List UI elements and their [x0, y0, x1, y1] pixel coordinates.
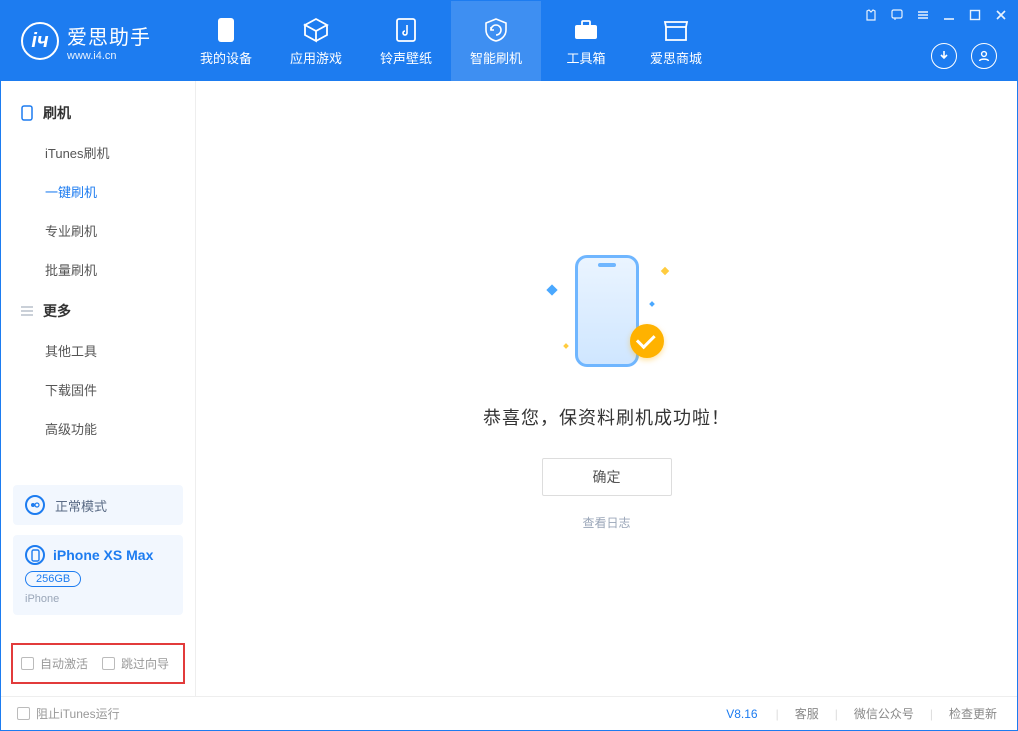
checkbox-auto-activate[interactable]: 自动激活: [21, 655, 88, 672]
nav-my-device[interactable]: 我的设备: [181, 1, 271, 81]
feedback-icon[interactable]: [889, 7, 905, 23]
nav-toolbox[interactable]: 工具箱: [541, 1, 631, 81]
checkbox-block-itunes[interactable]: 阻止iTunes运行: [17, 705, 120, 722]
sidebar-item-batch-flash[interactable]: 批量刷机: [1, 250, 195, 289]
check-badge-icon: [630, 324, 664, 358]
checkbox-label: 阻止iTunes运行: [36, 705, 120, 722]
nav-label: 爱思商城: [650, 48, 702, 67]
nav-label: 智能刷机: [470, 48, 522, 67]
minimize-icon[interactable]: [941, 7, 957, 23]
device-name: iPhone XS Max: [53, 547, 153, 563]
phone-illustration-icon: [575, 255, 639, 367]
success-illustration: [542, 246, 672, 376]
mode-label: 正常模式: [55, 496, 107, 515]
success-message: 恭喜您，保资料刷机成功啦！: [483, 404, 730, 430]
nav-smart-flash[interactable]: 智能刷机: [451, 1, 541, 81]
device-type: iPhone: [25, 593, 59, 605]
nav-label: 工具箱: [566, 48, 605, 67]
logo-icon: iч: [21, 22, 59, 60]
nav-label: 我的设备: [200, 48, 252, 67]
phone-icon: [212, 16, 240, 44]
checkbox-label: 自动激活: [40, 655, 88, 672]
maximize-icon[interactable]: [967, 7, 983, 23]
statusbar-link-support[interactable]: 客服: [791, 705, 823, 722]
nav-store[interactable]: 爱思商城: [631, 1, 721, 81]
sidebar-item-itunes-flash[interactable]: iTunes刷机: [1, 133, 195, 172]
nav-apps-games[interactable]: 应用游戏: [271, 1, 361, 81]
statusbar-link-update[interactable]: 检查更新: [945, 705, 1001, 722]
app-name: 爱思助手: [67, 21, 151, 50]
checkbox-icon: [17, 707, 30, 720]
nav-label: 应用游戏: [290, 48, 342, 67]
sidebar-group-title: 更多: [43, 301, 71, 321]
store-icon: [662, 16, 690, 44]
mode-card[interactable]: 正常模式: [13, 485, 183, 525]
device-capacity: 256GB: [25, 571, 81, 587]
sidebar-item-pro-flash[interactable]: 专业刷机: [1, 211, 195, 250]
checkbox-icon: [102, 657, 115, 670]
sidebar-group-title: 刷机: [43, 103, 71, 123]
list-icon: [19, 303, 35, 319]
window-controls: [863, 7, 1009, 23]
sparkle-icon: [660, 267, 668, 275]
mode-icon: [25, 495, 45, 515]
device-card[interactable]: iPhone XS Max 256GB iPhone: [13, 535, 183, 615]
cube-icon: [302, 16, 330, 44]
logo: iч 爱思助手 www.i4.cn: [1, 21, 171, 62]
device-phone-icon: [25, 545, 45, 565]
music-file-icon: [392, 16, 420, 44]
sidebar-item-download-firmware[interactable]: 下载固件: [1, 370, 195, 409]
sparkle-icon: [649, 301, 655, 307]
header-right: [931, 43, 997, 69]
version-label: V8.16: [726, 707, 757, 721]
sidebar-item-advanced[interactable]: 高级功能: [1, 409, 195, 448]
sparkle-icon: [546, 284, 557, 295]
sidebar-item-other-tools[interactable]: 其他工具: [1, 331, 195, 370]
shirt-icon[interactable]: [863, 7, 879, 23]
sparkle-icon: [563, 343, 569, 349]
download-icon[interactable]: [931, 43, 957, 69]
header: iч 爱思助手 www.i4.cn 我的设备 应用游戏 铃声壁纸 智能刷机: [1, 1, 1017, 81]
phone-small-icon: [19, 105, 35, 121]
sidebar: 刷机 iTunes刷机 一键刷机 专业刷机 批量刷机 更多 其他工具 下载固件 …: [1, 81, 196, 696]
sidebar-group-flash: 刷机: [1, 91, 195, 133]
toolbox-icon: [572, 16, 600, 44]
highlight-options-box: 自动激活 跳过向导: [11, 643, 185, 684]
body: 刷机 iTunes刷机 一键刷机 专业刷机 批量刷机 更多 其他工具 下载固件 …: [1, 81, 1017, 696]
top-nav: 我的设备 应用游戏 铃声壁纸 智能刷机 工具箱 爱思商城: [181, 1, 721, 81]
close-icon[interactable]: [993, 7, 1009, 23]
statusbar-link-wechat[interactable]: 微信公众号: [850, 705, 918, 722]
app-url: www.i4.cn: [67, 50, 151, 62]
sidebar-device-panel: 正常模式 iPhone XS Max 256GB iPhone: [1, 475, 195, 635]
nav-label: 铃声壁纸: [380, 48, 432, 67]
menu-icon[interactable]: [915, 7, 931, 23]
sidebar-item-oneclick-flash[interactable]: 一键刷机: [1, 172, 195, 211]
statusbar: 阻止iTunes运行 V8.16 | 客服 | 微信公众号 | 检查更新: [1, 696, 1017, 730]
checkbox-label: 跳过向导: [121, 655, 169, 672]
nav-ringtone-wallpaper[interactable]: 铃声壁纸: [361, 1, 451, 81]
checkbox-skip-guide[interactable]: 跳过向导: [102, 655, 169, 672]
user-icon[interactable]: [971, 43, 997, 69]
app-window: iч 爱思助手 www.i4.cn 我的设备 应用游戏 铃声壁纸 智能刷机: [0, 0, 1018, 731]
sidebar-group-more: 更多: [1, 289, 195, 331]
view-log-link[interactable]: 查看日志: [582, 514, 630, 531]
main-panel: 恭喜您，保资料刷机成功啦！ 确定 查看日志: [196, 81, 1017, 696]
refresh-shield-icon: [482, 16, 510, 44]
checkbox-icon: [21, 657, 34, 670]
ok-button[interactable]: 确定: [542, 458, 672, 496]
